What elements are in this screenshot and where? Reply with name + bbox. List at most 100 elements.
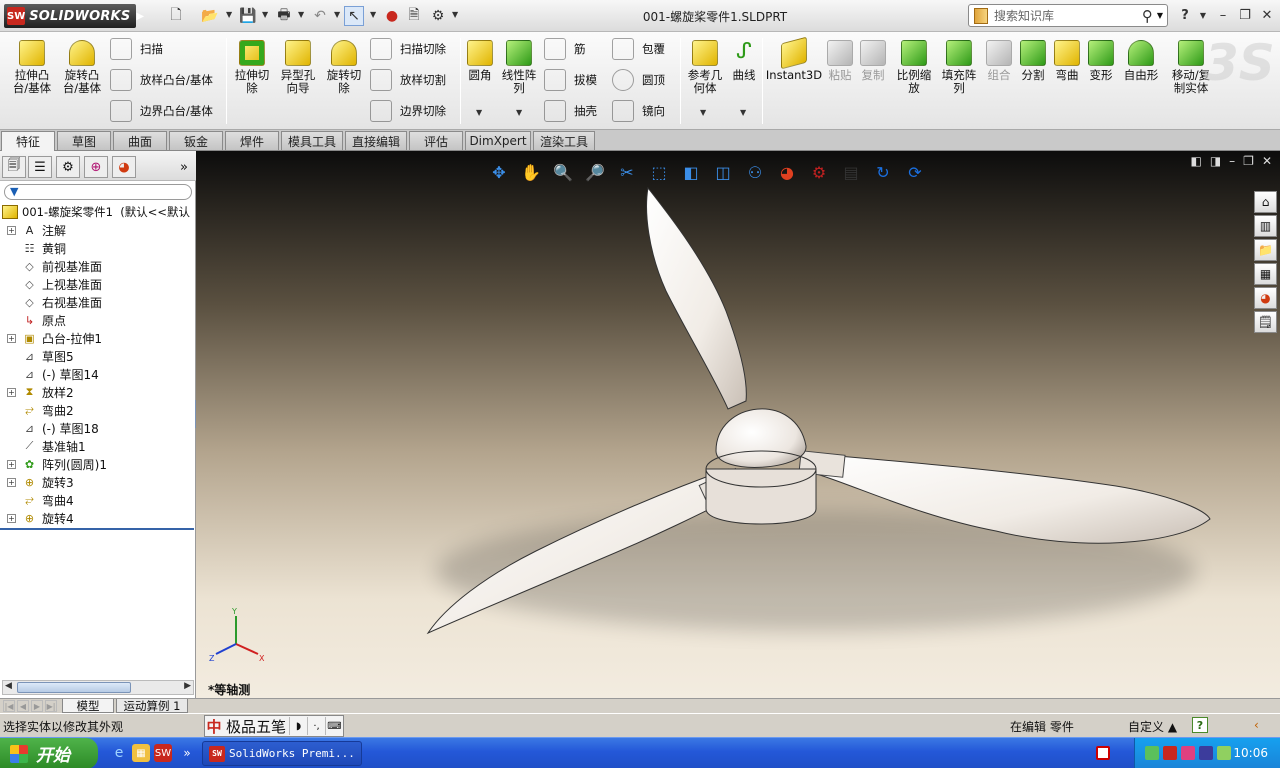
tab-sketch[interactable]: 草图 [57,131,111,150]
status-expand-icon[interactable]: ‹ [1254,718,1259,732]
viewport-restore-icon[interactable]: ❐ [1243,154,1254,168]
ie-icon[interactable]: e [110,744,128,762]
curves-dropdown-icon[interactable]: ▼ [740,108,746,117]
zoom-to-fit-icon[interactable]: ✥ [486,159,512,185]
feature-tree-item[interactable]: ⊿ (-) 草图14 [0,365,196,383]
feature-tree-item[interactable]: ↳ 原点 [0,311,196,329]
ime-halfwidth-icon[interactable]: ◗ [289,717,307,735]
tab-motion-study[interactable]: 运动算例 1 [116,699,188,713]
explorer-icon[interactable]: ▦ [132,744,150,762]
tab-mold-tools[interactable]: 模具工具 [281,131,343,150]
revolve-boss-button[interactable]: 旋转凸 台/基体 [58,40,106,95]
extrude-cut-button[interactable]: 拉伸切 除 [230,40,274,95]
feature-tree-item[interactable]: + ⊕ 旋转3 [0,473,196,491]
display-pane-icon[interactable]: ▤ [838,159,864,185]
fillet-button[interactable]: 圆角 [464,40,496,82]
save-icon[interactable]: 💾 [238,6,258,26]
fill-pattern-button[interactable]: 填充阵 列 [938,40,980,95]
custom-properties-icon[interactable]: 🗒 [1254,311,1277,333]
quick-tips-icon[interactable]: ? [1192,717,1208,733]
flex-button[interactable]: 弯曲 [1052,40,1082,82]
boundary-boss-button[interactable]: 边界凸台/基体 [110,98,213,124]
feature-tree-item[interactable]: + ⊕ 旋转4 [0,509,196,527]
scroll-thumb[interactable] [17,682,131,693]
feature-tree-item[interactable]: ◇ 上视基准面 [0,275,196,293]
feature-tree-item[interactable]: + ✿ 阵列(圆周)1 [0,455,196,473]
curves-button[interactable]: ᔑ 曲线 [728,40,760,82]
expand-icon[interactable]: + [7,387,16,397]
copy-button[interactable]: 复制 [858,40,888,82]
feature-tree-item[interactable]: ⊿ 草图5 [0,347,196,365]
tray-security-icon[interactable] [1217,746,1231,760]
section-view-icon[interactable]: ✂ [614,159,640,185]
revolve-cut-button[interactable]: 旋转切 除 [322,40,366,95]
ime-punctuation-icon[interactable]: ·, [307,717,325,735]
viewport-close-icon[interactable]: ✕ [1262,154,1272,168]
display-style-icon[interactable]: ◧ [678,159,704,185]
prev-tab-icon[interactable]: ◀ [17,700,29,712]
tray-app-icon[interactable] [1145,746,1159,760]
boundary-cut-button[interactable]: 边界切除 [370,98,446,124]
last-tab-icon[interactable]: ▶| [45,700,57,712]
expand-icon[interactable]: + [7,477,16,487]
undo-dropdown-icon[interactable]: ▼ [334,10,340,19]
instant3d-button[interactable]: Instant3D [766,36,822,82]
search-icon[interactable]: ⚲ [1142,7,1153,25]
configuration-manager-tab-icon[interactable]: ⚙ [56,156,80,178]
solidworks-quicklaunch-icon[interactable]: SW [154,744,172,762]
tray-network-icon[interactable] [1181,746,1195,760]
task-button-solidworks[interactable]: SW SolidWorks Premi... [202,741,362,766]
viewport-minimize-icon[interactable]: – [1229,154,1235,168]
tab-features[interactable]: 特征 [1,131,55,151]
combine-button[interactable]: 组合 [984,40,1014,82]
hide-show-icon[interactable]: ◫ [710,159,736,185]
more-quicklaunch-icon[interactable]: » [178,744,196,762]
scroll-right-icon[interactable]: ▶ [184,681,191,691]
mirror-button[interactable]: 镜向 [612,98,665,124]
property-manager-tab-icon[interactable]: ☰ [28,156,52,178]
propeller-model[interactable] [196,151,1280,698]
search-box[interactable]: 搜索知识库 ⚲ ▼ [968,4,1168,27]
wrap-button[interactable]: 包覆 [612,36,665,62]
graphics-area[interactable]: ✥ ✋ 🔍 🔎 ✂ ⬚ ◧ ◫ ⚇ ◕ ⚙ ▤ ↻ ⟳ ◧ ◨ – ❐ ✕ ⌂ … [196,151,1280,698]
sweep-button[interactable]: 扫描 [110,36,163,62]
print-icon[interactable]: 🖶 [274,6,294,26]
split-button[interactable]: 分割 [1018,40,1048,82]
unit-system[interactable]: 自定义 ▲ [1128,718,1177,735]
tab-weldments[interactable]: 焊件 [225,131,279,150]
feature-tree-item[interactable]: ◇ 右视基准面 [0,293,196,311]
feature-tree-item[interactable]: + A 注解 [0,221,196,239]
tab-sheet-metal[interactable]: 钣金 [169,131,223,150]
next-tab-icon[interactable]: ▶ [31,700,43,712]
paste-button[interactable]: 粘贴 [826,40,854,82]
expand-icon[interactable]: + [7,225,16,235]
fillet-dropdown-icon[interactable]: ▼ [476,108,482,117]
feature-manager-tab-icon[interactable]: 🗐 [2,156,26,178]
hole-wizard-button[interactable]: 异型孔 向导 [276,40,320,95]
scale-button[interactable]: 比例缩 放 [894,40,934,95]
feature-tree-item[interactable]: + ⧗ 放样2 [0,383,196,401]
appearances-icon[interactable]: ◕ [1254,287,1277,309]
save-dropdown-icon[interactable]: ▼ [262,10,268,19]
rebuild-icon[interactable]: ● [382,6,402,26]
select-dropdown-icon[interactable]: ▼ [370,10,376,19]
view-palette-icon[interactable]: ▦ [1254,263,1277,285]
expand-icon[interactable]: + [7,333,16,343]
apply-scene-icon[interactable]: ◕ [774,159,800,185]
dimxpert-tab-icon[interactable]: ⊕ [84,156,108,178]
feature-tree-item[interactable]: + ▣ 凸台-拉伸1 [0,329,196,347]
freeform-button[interactable]: 自由形 [1120,40,1162,82]
expand-icon[interactable]: + [7,513,16,523]
start-button[interactable]: 开始 [0,738,98,768]
redraw-icon[interactable]: ⟳ [902,159,928,185]
feature-tree-item[interactable]: ⊿ (-) 草图18 [0,419,196,437]
linear-pattern-button[interactable]: 线性阵 列 [498,40,540,95]
ref-geometry-button[interactable]: 参考几 何体 [684,40,726,95]
file-explorer-icon[interactable]: 📁 [1254,239,1277,261]
feature-tree-root[interactable]: 001-螺旋桨零件1 (默认<<默认 [2,203,194,221]
select-icon[interactable]: ↖ [344,6,364,26]
restore-icon[interactable]: ❐ [1236,6,1254,24]
search-dropdown-icon[interactable]: ▼ [1157,11,1163,20]
ref-geometry-dropdown-icon[interactable]: ▼ [700,108,706,117]
tab-model[interactable]: 模型 [62,699,114,713]
